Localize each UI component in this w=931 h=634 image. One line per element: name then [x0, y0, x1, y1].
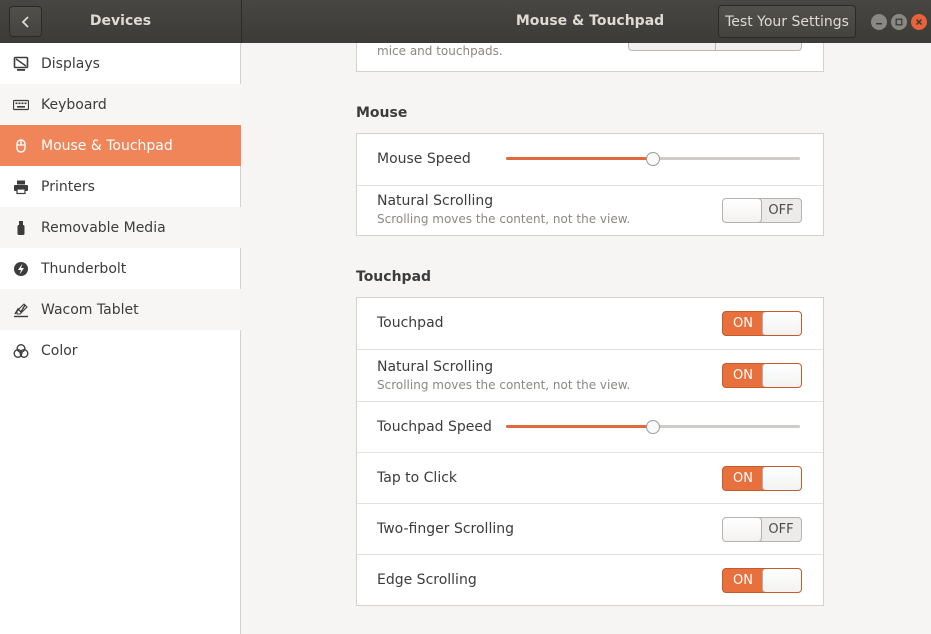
sidebar-item-wacom-tablet[interactable]: Wacom Tablet [0, 289, 241, 330]
test-settings-button[interactable]: Test Your Settings [718, 5, 856, 38]
touchpad-row: Touchpad ON [357, 298, 823, 349]
usb-icon [13, 220, 29, 236]
printer-icon [13, 179, 29, 195]
slider-thumb[interactable] [646, 152, 660, 166]
general-card: mice and touchpads. [356, 43, 824, 72]
header-bar: Devices Mouse & Touchpad Test Your Setti… [0, 0, 931, 43]
sidebar: Displays Keyboard Mouse & Touchpad Print… [0, 43, 241, 634]
tap-to-click-row: Tap to Click ON [357, 452, 823, 503]
switch-state: OFF [768, 522, 794, 537]
mouse-speed-row: Mouse Speed [357, 134, 823, 185]
sidebar-item-label: Removable Media [41, 219, 166, 236]
touchpad-speed-label: Touchpad Speed [377, 419, 492, 435]
mouse-natural-scrolling-switch[interactable]: OFF [722, 198, 802, 223]
sidebar-item-label: Thunderbolt [41, 260, 127, 277]
switch-knob [762, 364, 801, 387]
edge-scrolling-switch[interactable]: ON [722, 568, 802, 593]
mouse-natural-scrolling-label: Natural Scrolling [377, 193, 494, 209]
switch-knob [762, 569, 801, 592]
touchpad-natural-scrolling-switch[interactable]: ON [722, 363, 802, 388]
mouse-section-title: Mouse [356, 105, 408, 121]
switch-knob [723, 518, 762, 541]
slider-fill [506, 157, 653, 160]
touchpad-switch[interactable]: ON [722, 311, 802, 336]
switch-knob [762, 312, 801, 335]
two-finger-scrolling-switch[interactable]: OFF [722, 517, 802, 542]
tablet-icon [13, 302, 29, 318]
minimize-button[interactable] [871, 14, 887, 30]
general-partial-text: mice and touchpads. [377, 44, 503, 58]
close-button[interactable] [911, 14, 927, 30]
touchpad-card: Touchpad ON Natural Scrolling Scrolling … [356, 297, 824, 606]
switch-knob [723, 199, 762, 222]
touchpad-speed-slider[interactable] [506, 420, 800, 434]
primary-button-toggle[interactable] [628, 43, 802, 51]
switch-state: ON [733, 573, 753, 588]
sidebar-item-label: Printers [41, 178, 95, 195]
maximize-icon [895, 18, 903, 26]
switch-state: ON [733, 316, 753, 331]
mouse-icon [13, 138, 29, 154]
switch-knob [762, 467, 801, 490]
sidebar-item-printers[interactable]: Printers [0, 166, 241, 207]
touchpad-natural-scrolling-label: Natural Scrolling [377, 359, 494, 375]
slider-fill [506, 425, 653, 428]
two-finger-scrolling-row: Two-finger Scrolling OFF [357, 503, 823, 554]
close-icon [915, 18, 923, 26]
sidebar-item-color[interactable]: Color [0, 330, 241, 371]
sidebar-item-label: Displays [41, 55, 100, 72]
touchpad-speed-row: Touchpad Speed [357, 401, 823, 452]
mouse-natural-scrolling-subtitle: Scrolling moves the content, not the vie… [377, 212, 631, 226]
touchpad-section-title: Touchpad [356, 269, 432, 285]
mouse-speed-label: Mouse Speed [377, 151, 471, 167]
touchpad-label: Touchpad [377, 315, 444, 331]
switch-state: OFF [768, 203, 794, 218]
sidebar-item-displays[interactable]: Displays [0, 43, 241, 84]
sidebar-item-label: Wacom Tablet [41, 301, 139, 318]
keyboard-icon [13, 97, 29, 113]
sidebar-title: Devices [89, 13, 152, 29]
slider-thumb[interactable] [646, 420, 660, 434]
edge-scrolling-label: Edge Scrolling [377, 572, 477, 588]
two-finger-scrolling-label: Two-finger Scrolling [377, 521, 514, 537]
tap-to-click-label: Tap to Click [377, 470, 458, 486]
toggle-divider [715, 43, 716, 50]
sidebar-item-label: Keyboard [41, 96, 107, 113]
sidebar-item-label: Mouse & Touchpad [41, 137, 173, 154]
sidebar-item-thunderbolt[interactable]: Thunderbolt [0, 248, 241, 289]
switch-state: ON [733, 471, 753, 486]
mouse-card: Mouse Speed Natural Scrolling Scrolling … [356, 133, 824, 236]
maximize-button[interactable] [891, 14, 907, 30]
sidebar-item-mouse-touchpad[interactable]: Mouse & Touchpad [0, 125, 241, 166]
sidebar-item-keyboard[interactable]: Keyboard [0, 84, 241, 125]
mouse-natural-scrolling-row: Natural Scrolling Scrolling moves the co… [357, 185, 823, 236]
display-icon [13, 56, 29, 72]
color-icon [13, 343, 29, 359]
sidebar-item-label: Color [41, 342, 78, 359]
touchpad-natural-scrolling-subtitle: Scrolling moves the content, not the vie… [377, 378, 631, 392]
touchpad-natural-scrolling-row: Natural Scrolling Scrolling moves the co… [357, 349, 823, 401]
minimize-icon [876, 23, 882, 25]
edge-scrolling-row: Edge Scrolling ON [357, 554, 823, 605]
thunderbolt-icon [13, 261, 29, 277]
tap-to-click-switch[interactable]: ON [722, 466, 802, 491]
switch-state: ON [733, 368, 753, 383]
sidebar-item-removable-media[interactable]: Removable Media [0, 207, 241, 248]
main-panel: mice and touchpads. Mouse Mouse Speed Na… [242, 43, 931, 634]
mouse-speed-slider[interactable] [506, 152, 800, 166]
